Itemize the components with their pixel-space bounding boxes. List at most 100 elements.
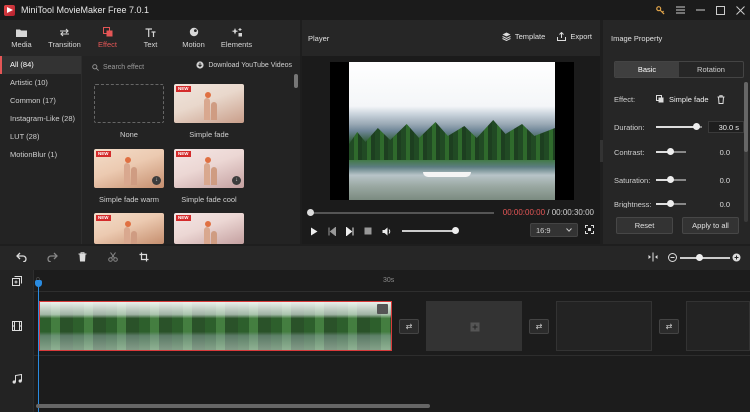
download-label: Download YouTube Videos: [208, 61, 292, 69]
brightness-slider[interactable]: [656, 200, 686, 207]
chevron-down-icon: [566, 228, 572, 232]
zoom-in-icon[interactable]: [732, 253, 741, 262]
tab-motion-label: Motion: [182, 40, 205, 49]
tab-rotation[interactable]: Rotation: [679, 62, 743, 77]
property-scrollbar[interactable]: [744, 82, 748, 222]
add-track-icon[interactable]: [12, 276, 22, 286]
effect-thumb-partial-1[interactable]: NEW: [94, 213, 164, 244]
empty-clip-slot[interactable]: [556, 301, 652, 351]
close-icon[interactable]: [730, 0, 750, 20]
play-icon[interactable]: [310, 227, 318, 236]
tab-text[interactable]: Text: [129, 20, 172, 56]
effect-thumb-simple-fade-warm[interactable]: NEW ↓: [94, 149, 164, 188]
playhead[interactable]: [35, 280, 42, 412]
volume-handle[interactable]: [452, 227, 459, 234]
volume-icon[interactable]: [382, 227, 392, 236]
effect-thumb-none[interactable]: [94, 84, 164, 123]
new-badge: NEW: [96, 151, 111, 157]
delete-icon[interactable]: [78, 252, 87, 262]
tab-basic[interactable]: Basic: [615, 62, 679, 77]
template-button[interactable]: Template: [502, 32, 545, 41]
music-track-icon: [12, 374, 22, 384]
tab-effect[interactable]: Effect: [86, 20, 129, 56]
progress-handle[interactable]: [307, 209, 314, 216]
contrast-slider[interactable]: [656, 148, 686, 155]
next-frame-icon[interactable]: [346, 226, 354, 236]
duration-slider-handle[interactable]: [693, 123, 700, 130]
category-artistic[interactable]: Artistic (10): [0, 74, 81, 92]
zoom-out-icon[interactable]: [668, 253, 677, 262]
minimize-icon[interactable]: [690, 0, 710, 20]
duration-slider[interactable]: [656, 123, 702, 130]
download-youtube-button[interactable]: Download YouTube Videos: [196, 61, 292, 69]
playback-progress[interactable]: [307, 209, 494, 216]
contrast-slider-handle[interactable]: [667, 148, 674, 155]
crop-icon[interactable]: [139, 252, 149, 262]
effect-thumb-simple-fade[interactable]: NEW: [174, 84, 244, 123]
fit-timeline-icon[interactable]: [648, 252, 658, 262]
timeline: 0 30s ⇄ ⇄ ⇄: [0, 270, 750, 412]
undo-icon[interactable]: [16, 252, 27, 262]
tab-elements[interactable]: Elements: [215, 20, 258, 56]
duration-input[interactable]: 30.0 s: [708, 121, 744, 133]
saturation-slider-handle[interactable]: [667, 176, 674, 183]
player-actions: Template Export: [502, 32, 592, 41]
contrast-value: 0.0: [719, 147, 730, 157]
volume-slider[interactable]: [402, 227, 459, 234]
category-instagram-like[interactable]: Instagram-Like (28): [0, 110, 81, 128]
player-title: Player: [308, 33, 330, 43]
transition-icon: [59, 27, 70, 37]
brightness-slider-handle[interactable]: [667, 200, 674, 207]
track-headers: [0, 270, 34, 412]
aspect-ratio-select[interactable]: 16:9: [530, 223, 578, 237]
effects-scrollbar[interactable]: [294, 74, 298, 88]
download-icon[interactable]: ↓: [152, 176, 161, 185]
previous-frame-icon[interactable]: [328, 226, 336, 236]
apply-to-all-button[interactable]: Apply to all: [682, 217, 739, 234]
key-icon[interactable]: [650, 0, 670, 20]
download-icon[interactable]: ↓: [232, 176, 241, 185]
tab-transition[interactable]: Transition: [43, 20, 86, 56]
timeline-scrollbar[interactable]: [36, 404, 430, 408]
transition-slot-button[interactable]: ⇄: [399, 319, 419, 334]
menu-icon[interactable]: [670, 0, 690, 20]
effect-thumb-partial-2[interactable]: NEW: [174, 213, 244, 244]
category-motionblur[interactable]: MotionBlur (1): [0, 146, 81, 164]
timeline-zoom-slider[interactable]: [680, 254, 730, 261]
empty-clip-slot[interactable]: [686, 301, 750, 351]
player-panel: Player Template Export 00:00:00:00 / 00:…: [302, 20, 608, 244]
stop-icon[interactable]: [364, 227, 372, 235]
flower-image: [205, 92, 211, 98]
empty-clip-slot[interactable]: [426, 301, 522, 351]
video-clip[interactable]: [39, 301, 392, 351]
clip-image-icon: [377, 304, 388, 314]
fullscreen-icon[interactable]: [585, 225, 594, 236]
reset-button[interactable]: Reset: [616, 217, 673, 234]
zoom-slider-handle[interactable]: [696, 254, 703, 261]
transition-slot-button[interactable]: ⇄: [659, 319, 679, 334]
new-badge: NEW: [176, 86, 191, 92]
effect-thumb-simple-fade-cool[interactable]: NEW ↓: [174, 149, 244, 188]
saturation-slider[interactable]: [656, 176, 686, 183]
preview-image: [349, 62, 555, 200]
category-all[interactable]: All (84): [0, 56, 81, 74]
redo-icon[interactable]: [47, 252, 58, 262]
export-button[interactable]: Export: [557, 32, 592, 41]
saturation-value: 0.0: [719, 175, 730, 185]
elements-icon: [231, 27, 243, 37]
delete-icon[interactable]: [717, 94, 725, 104]
maximize-icon[interactable]: [710, 0, 730, 20]
category-common[interactable]: Common (17): [0, 92, 81, 110]
time-display: 00:00:00:00 / 00:00:30:00: [503, 208, 594, 217]
time-ruler[interactable]: 0 30s: [34, 270, 750, 292]
split-icon[interactable]: [108, 252, 118, 262]
tab-motion[interactable]: Motion: [172, 20, 215, 56]
main-toolbar: Media Transition Effect Text Motion Elem…: [0, 20, 300, 56]
duration-row: Duration: 30.0 s: [614, 121, 744, 133]
category-lut[interactable]: LUT (28): [0, 128, 81, 146]
transition-slot-button[interactable]: ⇄: [529, 319, 549, 334]
search-icon: [92, 63, 99, 71]
tab-media[interactable]: Media: [0, 20, 43, 56]
search-effect-input[interactable]: Search effect: [92, 61, 182, 73]
playback-controls: [310, 225, 459, 237]
